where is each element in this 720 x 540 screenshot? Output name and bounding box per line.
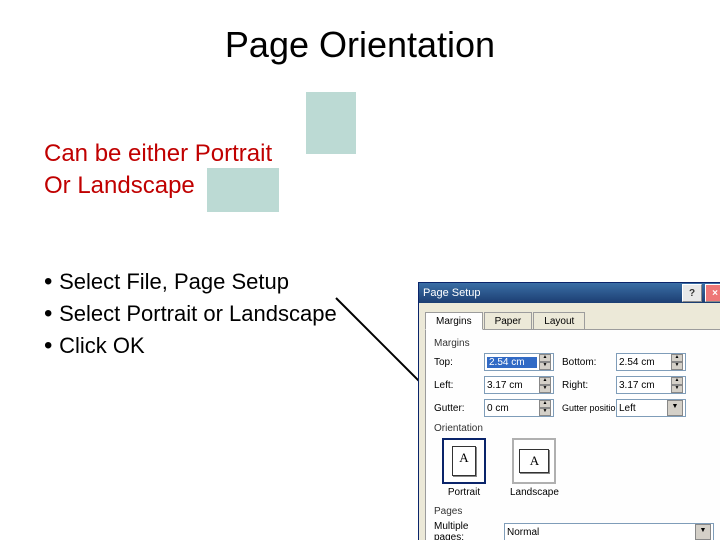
right-label: Right: — [562, 380, 608, 391]
bullet-list: Select File, Page Setup Select Portrait … — [44, 264, 337, 364]
spin-up-icon[interactable]: ▲ — [671, 377, 683, 385]
list-item: Click OK — [44, 332, 337, 360]
margins-group-label: Margins — [434, 338, 714, 349]
tab-strip: Margins Paper Layout — [419, 303, 720, 329]
landscape-icon — [512, 438, 556, 484]
spin-down-icon[interactable]: ▼ — [671, 362, 683, 370]
landscape-thumb — [207, 168, 279, 212]
gutter-field[interactable]: 0 cm▲▼ — [484, 399, 554, 417]
help-button[interactable]: ? — [682, 284, 702, 302]
slide-title: Page Orientation — [0, 24, 720, 66]
top-field[interactable]: 2.54 cm▲▼ — [484, 353, 554, 371]
close-button[interactable]: × — [705, 284, 720, 302]
chevron-down-icon: ▼ — [667, 400, 683, 416]
tab-margins[interactable]: Margins — [425, 312, 483, 330]
spin-down-icon[interactable]: ▼ — [671, 385, 683, 393]
spin-down-icon[interactable]: ▼ — [539, 362, 551, 370]
landscape-option[interactable]: Landscape — [510, 438, 559, 498]
subtitle-line2: Or Landscape — [44, 172, 195, 200]
gutterpos-select[interactable]: Left▼ — [616, 399, 686, 417]
slide: Page Orientation Can be either Portrait … — [0, 0, 720, 540]
orientation-group-label: Orientation — [434, 423, 714, 434]
spin-down-icon[interactable]: ▼ — [539, 385, 551, 393]
portrait-option[interactable]: Portrait — [442, 438, 486, 498]
list-item: Select File, Page Setup — [44, 268, 337, 296]
portrait-label: Portrait — [448, 487, 480, 498]
portrait-thumb — [306, 92, 356, 154]
left-field[interactable]: 3.17 cm▲▼ — [484, 376, 554, 394]
margins-grid: Top: 2.54 cm▲▼ Bottom: 2.54 cm▲▼ Left: 3… — [434, 353, 714, 417]
multipages-label: Multiple pages: — [434, 521, 494, 540]
pages-group-label: Pages — [434, 506, 714, 517]
gutter-label: Gutter: — [434, 403, 476, 414]
landscape-label: Landscape — [510, 487, 559, 498]
spin-up-icon[interactable]: ▲ — [539, 377, 551, 385]
dialog-title: Page Setup — [423, 287, 679, 299]
gutterpos-label: Gutter position: — [562, 403, 608, 413]
spin-up-icon[interactable]: ▲ — [539, 354, 551, 362]
portrait-icon — [442, 438, 486, 484]
left-label: Left: — [434, 380, 476, 391]
pages-row: Multiple pages: Normal▼ — [434, 521, 714, 540]
multipages-select[interactable]: Normal▼ — [504, 523, 714, 540]
top-label: Top: — [434, 357, 476, 368]
tab-paper[interactable]: Paper — [484, 312, 533, 329]
spin-up-icon[interactable]: ▲ — [539, 400, 551, 408]
dialog-titlebar: Page Setup ? × — [419, 283, 720, 303]
dialog-panel: Margins Top: 2.54 cm▲▼ Bottom: 2.54 cm▲▼… — [425, 329, 720, 540]
spin-down-icon[interactable]: ▼ — [539, 408, 551, 416]
right-field[interactable]: 3.17 cm▲▼ — [616, 376, 686, 394]
orientation-row: Portrait Landscape — [442, 438, 714, 498]
page-setup-dialog: Page Setup ? × Margins Paper Layout Marg… — [418, 282, 720, 540]
tab-layout[interactable]: Layout — [533, 312, 585, 329]
spin-up-icon[interactable]: ▲ — [671, 354, 683, 362]
bottom-field[interactable]: 2.54 cm▲▼ — [616, 353, 686, 371]
bottom-label: Bottom: — [562, 357, 608, 368]
chevron-down-icon: ▼ — [695, 524, 711, 540]
subtitle-line1: Can be either Portrait — [44, 140, 272, 168]
list-item: Select Portrait or Landscape — [44, 300, 337, 328]
